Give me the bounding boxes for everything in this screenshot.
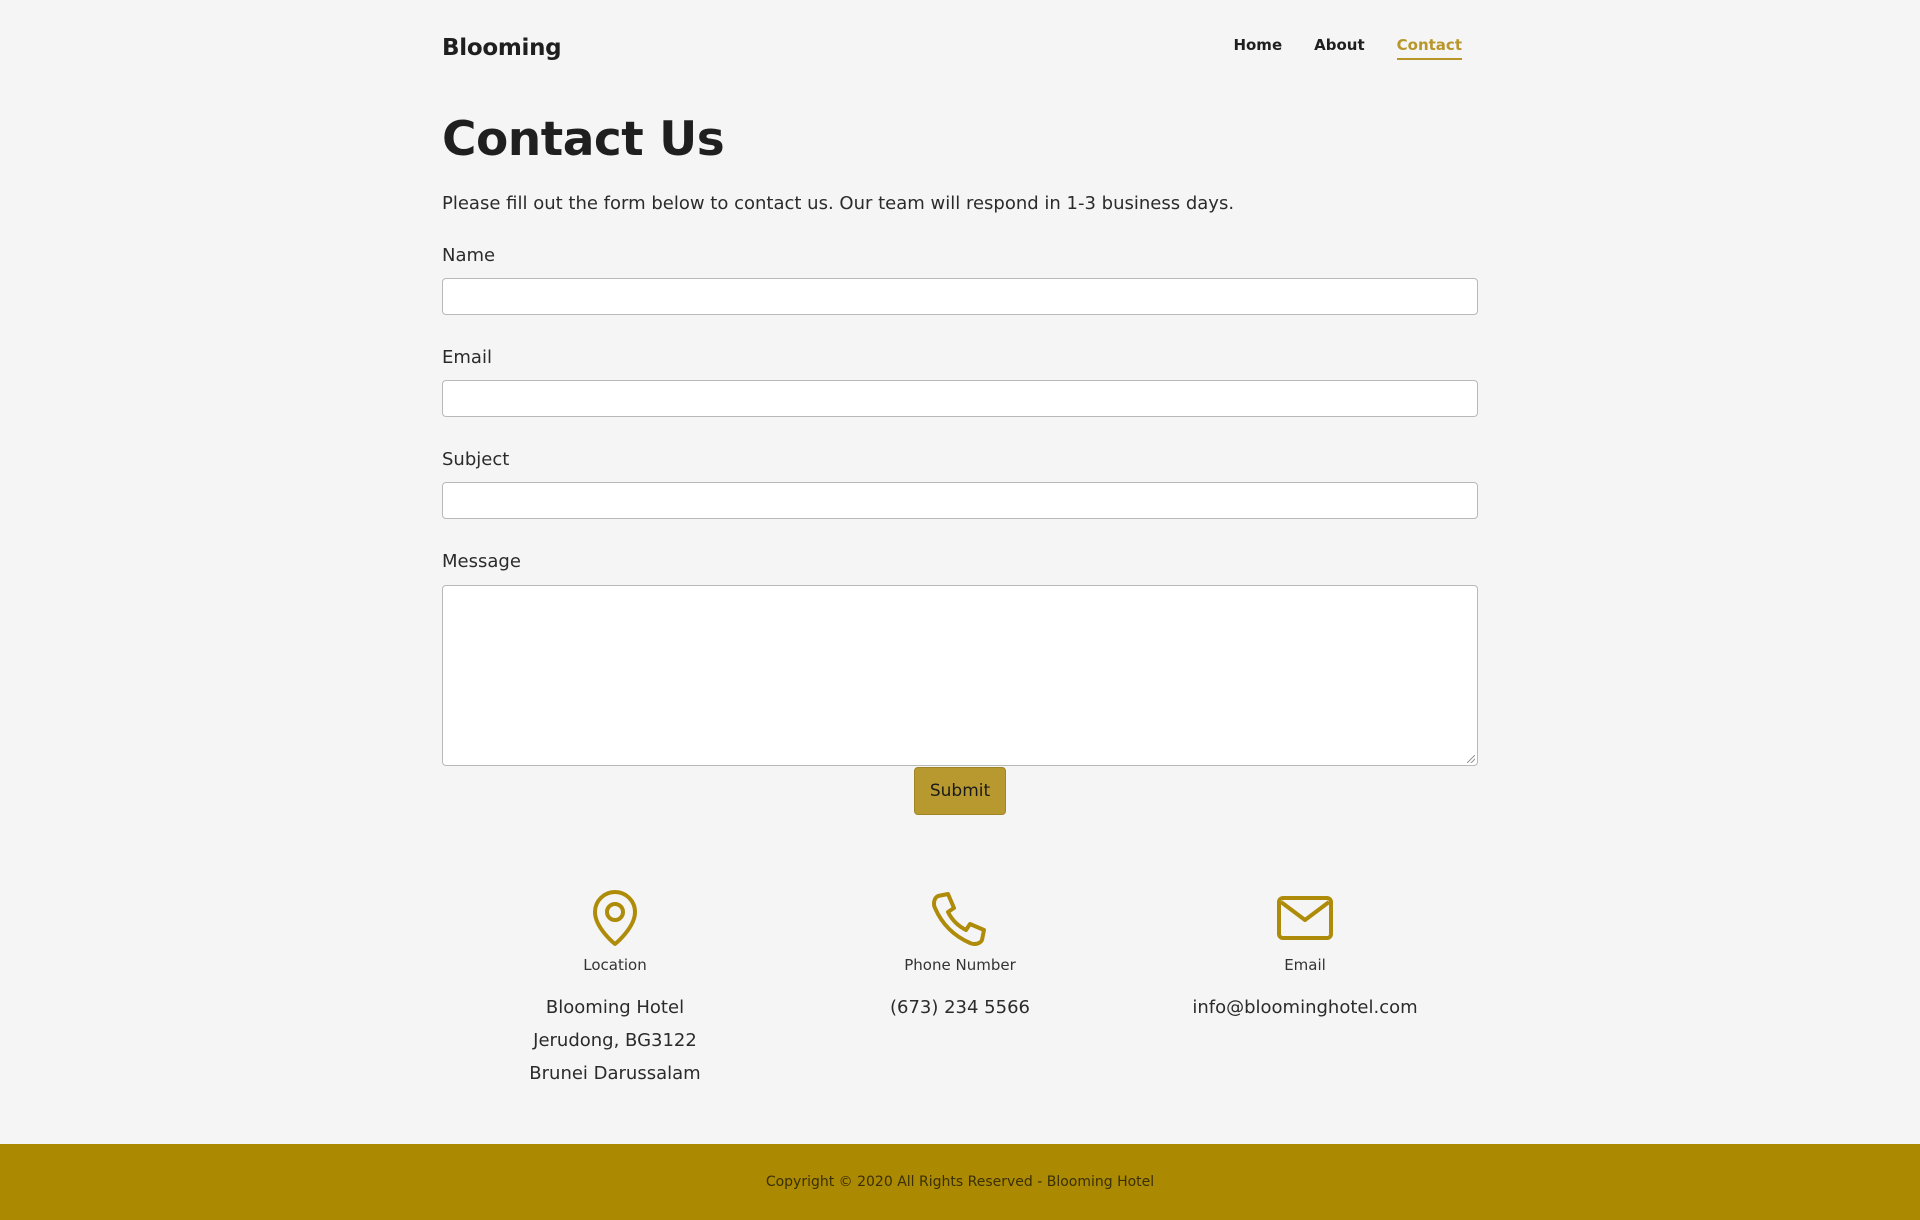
email-input[interactable] — [442, 380, 1478, 417]
message-textarea[interactable] — [442, 585, 1478, 766]
site-footer: Copyright © 2020 All Rights Reserved - B… — [0, 1144, 1920, 1220]
email-lines: info@bloominghotel.com — [1155, 996, 1455, 1029]
contact-page: Blooming Home About Contact Contact Us P… — [0, 0, 1920, 1220]
phone-number[interactable]: (673) 234 5566 — [810, 996, 1110, 1029]
location-info: Location Blooming Hotel Jerudong, BG3122… — [465, 888, 765, 1095]
name-label: Name — [442, 245, 496, 266]
footer-copyright: Copyright © 2020 All Rights Reserved - B… — [765, 1174, 1155, 1190]
nav-link-contact[interactable]: Contact — [1396, 36, 1462, 60]
message-label: Message — [442, 551, 521, 572]
email-address[interactable]: info@bloominghotel.com — [1155, 996, 1455, 1029]
site-header: Blooming Home About Contact — [442, 28, 1478, 68]
phone-title: Phone Number — [904, 956, 1016, 974]
phone-lines: (673) 234 5566 — [810, 996, 1110, 1029]
phone-info: Phone Number (673) 234 5566 — [810, 888, 1110, 1029]
nav-link-about[interactable]: About — [1314, 36, 1365, 60]
email-label: Email — [442, 347, 492, 368]
location-title: Location — [583, 956, 647, 974]
submit-button[interactable]: Submit — [914, 767, 1006, 815]
submit-row: Submit — [0, 767, 1920, 815]
location-line: Jerudong, BG3122 — [533, 1030, 697, 1051]
email-title: Email — [1284, 956, 1326, 974]
contact-form: Name Email Subject Message — [442, 244, 1478, 766]
subject-label: Subject — [442, 449, 510, 470]
map-pin-icon — [593, 890, 637, 946]
nav-link-home[interactable]: Home — [1233, 36, 1282, 60]
subject-input[interactable] — [442, 482, 1478, 519]
site-logo[interactable]: Blooming — [442, 35, 562, 61]
resize-grip-icon[interactable] — [1467, 755, 1475, 763]
phone-icon — [932, 892, 986, 946]
mail-icon — [1277, 896, 1333, 940]
page-intro: Please fill out the form below to contac… — [442, 193, 1235, 214]
location-line: Brunei Darussalam — [529, 1063, 701, 1084]
name-input[interactable] — [442, 278, 1478, 315]
page-title: Contact Us — [442, 112, 725, 167]
location-line: Blooming Hotel — [545, 997, 685, 1018]
email-info: Email info@bloominghotel.com — [1155, 888, 1455, 1029]
location-lines: Blooming Hotel Jerudong, BG3122 Brunei D… — [465, 996, 765, 1095]
main-nav: Home About Contact — [1233, 36, 1462, 60]
